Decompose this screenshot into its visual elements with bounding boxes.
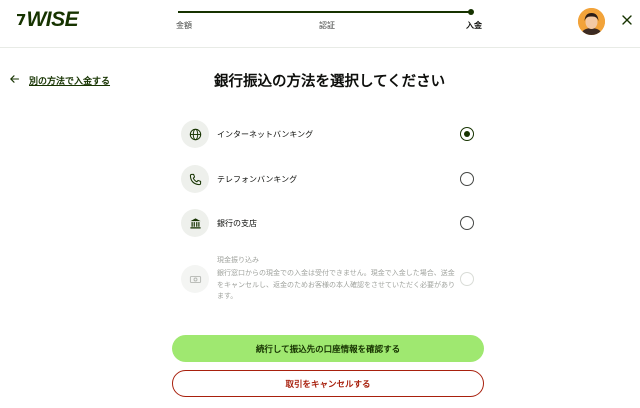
option-internet-banking[interactable]: インターネットバンキング xyxy=(180,120,480,150)
close-icon[interactable] xyxy=(620,13,634,27)
avatar[interactable] xyxy=(578,8,605,35)
option-label: 現金振り込み xyxy=(217,256,259,264)
back-link[interactable]: 別の方法で入金する xyxy=(10,73,110,87)
arrow-left-icon xyxy=(10,74,24,86)
cash-icon xyxy=(181,265,209,293)
continue-button[interactable]: 続行して振込先の口座情報を確認する xyxy=(172,335,484,362)
option-cash-deposit: 現金振り込み 銀行窓口からの現金での入金は受付できません。現金で入金した場合、送… xyxy=(180,255,480,315)
wise-flag-icon: 7 xyxy=(16,11,26,29)
cancel-transfer-button[interactable]: 取引をキャンセルする xyxy=(172,370,484,397)
option-label: 銀行の支店 xyxy=(217,219,257,228)
top-bar: 7 WISE 金額 認証 入金 xyxy=(0,0,640,48)
step-verification: 認証 xyxy=(319,21,335,30)
progress-stepper: 金額 認証 入金 xyxy=(176,8,482,32)
option-telephone-banking[interactable]: テレフォンバンキング xyxy=(180,165,480,195)
avatar-photo xyxy=(578,8,605,35)
radio-internet-banking[interactable] xyxy=(460,127,474,141)
radio-bank-branch[interactable] xyxy=(460,216,474,230)
phone-icon xyxy=(181,165,209,193)
step-payment: 入金 xyxy=(466,21,482,30)
option-label: テレフォンバンキング xyxy=(217,175,298,184)
option-label: インターネットバンキング xyxy=(217,130,314,139)
globe-icon xyxy=(181,120,209,148)
wise-logo[interactable]: 7 WISE xyxy=(16,8,79,31)
page-title: 銀行振込の方法を選択してください xyxy=(214,74,446,90)
radio-telephone-banking[interactable] xyxy=(460,172,474,186)
bank-icon xyxy=(181,209,209,237)
back-link-label: 別の方法で入金する xyxy=(29,76,111,87)
option-bank-branch[interactable]: 銀行の支店 xyxy=(180,209,480,239)
wise-wordmark: WISE xyxy=(26,8,79,31)
stepper-track xyxy=(178,11,472,13)
stepper-current-dot xyxy=(468,9,474,15)
radio-cash-deposit xyxy=(460,272,474,286)
option-description: 銀行窓口からの現金での入金は受付できません。現金で入金した場合、送金をキャンセル… xyxy=(217,269,455,300)
step-amount: 金額 xyxy=(176,21,192,30)
